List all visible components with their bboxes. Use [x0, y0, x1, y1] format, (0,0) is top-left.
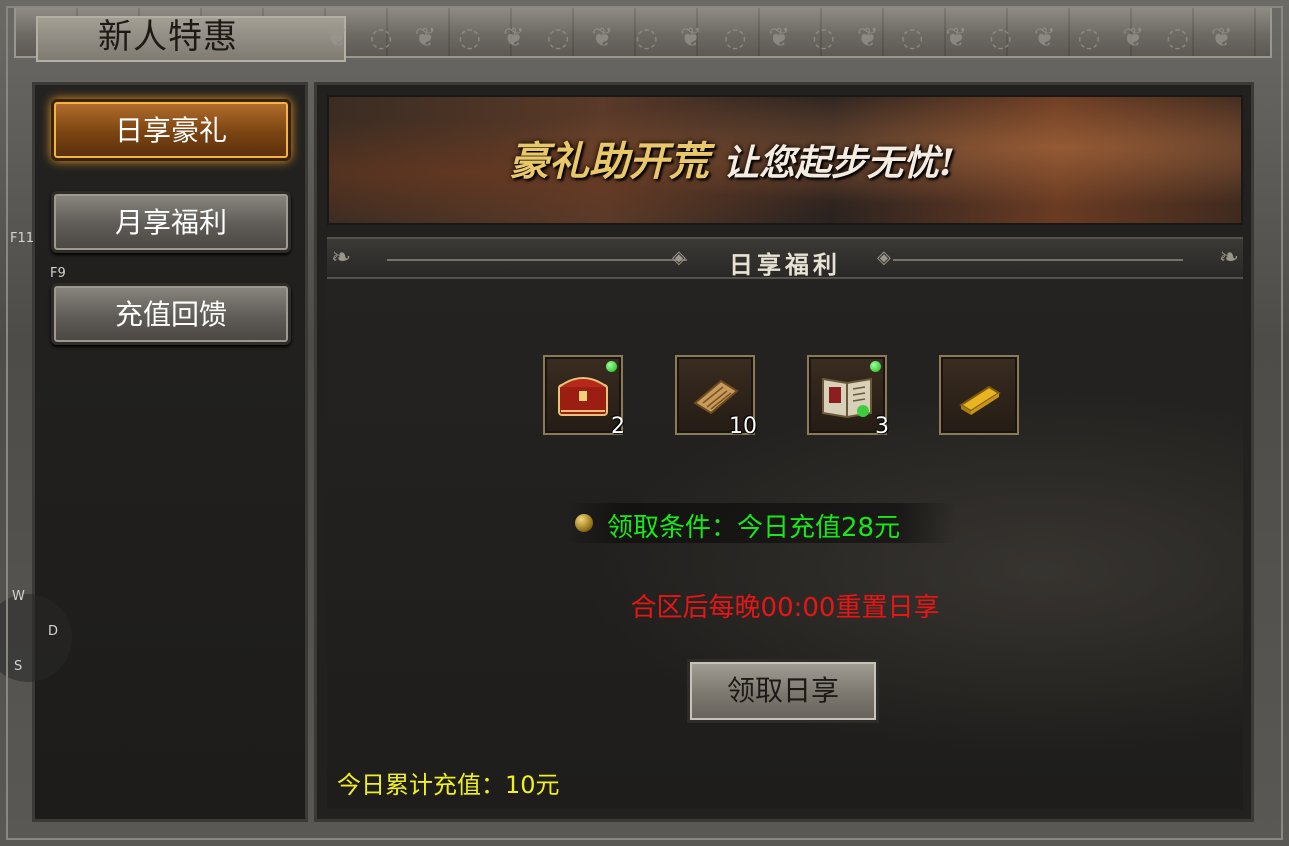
- sidebar-item-recharge-reward[interactable]: 充值回馈: [51, 283, 291, 345]
- reset-notice: 合区后每晚00:00重置日享: [630, 593, 940, 623]
- main-panel: 豪礼助开荒 让您起步无忧! ❧ ◈ 日享福利 ◈ ❧ 2 10 3 领取条件：今…: [314, 82, 1254, 822]
- reward-count: 10: [729, 414, 757, 439]
- reward-slot-scroll[interactable]: 10: [675, 355, 757, 439]
- reward-content: 2 10 3 领取条件：今日充值28元 合区后每晚00:00重置日享 领取日享 …: [327, 279, 1243, 809]
- diamond-ornament-right-icon: ◈: [877, 247, 891, 268]
- treasure-chest-icon: [558, 377, 608, 416]
- promo-banner: 豪礼助开荒 让您起步无忧!: [327, 95, 1243, 225]
- reward-new-indicator: [870, 361, 881, 372]
- gold-coin-icon: [575, 514, 593, 532]
- corner-ornament-right-icon: ❧: [1218, 243, 1239, 271]
- daily-recharge-total: 今日累计充值：10元: [337, 771, 560, 799]
- banner-sub-text: 让您起步无忧!: [723, 142, 955, 184]
- sidebar-item-monthly-welfare[interactable]: 月享福利: [51, 191, 291, 253]
- reward-count: 3: [875, 414, 889, 439]
- banner-text: 豪礼助开荒 让您起步无忧!: [509, 129, 955, 187]
- banner-main-text: 豪礼助开荒: [509, 138, 709, 185]
- sidebar-item-daily-gift[interactable]: 日享豪礼: [51, 99, 291, 161]
- section-header: ❧ ◈ 日享福利 ◈ ❧: [327, 237, 1243, 279]
- claim-condition-row: 领取条件：今日充值28元: [565, 503, 955, 543]
- reward-count: 2: [611, 414, 625, 439]
- window-title: 新人特惠: [98, 17, 238, 57]
- reward-new-indicator: [606, 361, 617, 372]
- reward-slot-treasure-chest[interactable]: 2: [543, 355, 625, 439]
- reward-slot-gold-bar[interactable]: [939, 355, 1019, 435]
- header-divider-right: [893, 259, 1183, 261]
- skill-book-icon: [822, 377, 872, 419]
- gold-bar-icon: [959, 385, 1001, 415]
- claim-condition-text: 领取条件：今日充值28元: [607, 513, 901, 543]
- hotkey-f9-label: F9: [50, 266, 66, 281]
- hotkey-s-label: S: [14, 659, 23, 674]
- reward-slot-skill-book[interactable]: 3: [807, 355, 889, 439]
- section-title: 日享福利: [729, 250, 841, 279]
- claim-daily-button[interactable]: 领取日享: [687, 659, 879, 723]
- welfare-window: ❦◌❦◌❦◌❦◌❦◌❦◌❦◌❦◌❦◌❦◌❦◌ 新人特惠 日享豪礼 月享福利 充值…: [0, 0, 1289, 846]
- hotkey-f11-label: F11: [10, 231, 35, 246]
- hotkey-w-label: W: [12, 589, 25, 604]
- hotkey-d-label: D: [48, 624, 59, 639]
- title-ornament: ❦◌❦◌❦◌❦◌❦◌❦◌❦◌❦◌❦◌❦◌❦◌: [326, 23, 1233, 53]
- sidebar: 日享豪礼 月享福利 充值回馈: [32, 82, 308, 822]
